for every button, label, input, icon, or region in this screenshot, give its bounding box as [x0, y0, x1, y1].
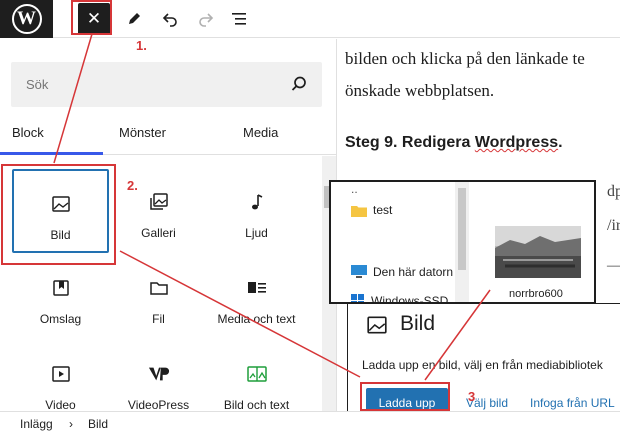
block-label: Ljud	[245, 226, 268, 240]
image-block-title: Bild	[400, 312, 436, 335]
block-item-video[interactable]: Video	[12, 341, 109, 411]
file-icon	[148, 277, 170, 299]
heading-text: Steg 9. Redigera	[345, 134, 475, 151]
undo-button[interactable]	[154, 3, 186, 35]
wordpress-icon: W	[11, 4, 42, 34]
list-view-icon	[232, 13, 246, 25]
media-text-icon	[246, 277, 268, 299]
block-item-bild-och-text[interactable]: Bild och text	[208, 341, 305, 411]
block-item-galleri[interactable]: Galleri	[110, 169, 207, 253]
block-item-omslag[interactable]: Omslag	[12, 255, 109, 339]
misspelled-word: Wordpress	[474, 134, 559, 151]
tab-media[interactable]: Media	[243, 125, 278, 140]
wordpress-logo-button[interactable]: W	[0, 0, 53, 38]
list-view-button[interactable]	[224, 3, 256, 35]
inserter-tabs: Block Mönster Media	[0, 121, 336, 155]
tools-button[interactable]	[118, 3, 150, 35]
breadcrumb-item-inlagg[interactable]: Inlägg	[20, 417, 53, 431]
block-search-field[interactable]: Sök	[11, 62, 322, 107]
text-fragment: /ir	[607, 217, 620, 234]
videopress-icon	[148, 363, 170, 385]
folder-item-this-pc[interactable]: Den här datorn	[351, 265, 453, 279]
file-thumbnail[interactable]	[495, 226, 581, 278]
search-icon	[291, 76, 306, 91]
parent-folder-item[interactable]: ..	[351, 182, 358, 196]
annotation-label-one: 1.	[136, 38, 147, 53]
block-item-videopress[interactable]: VideoPress	[110, 341, 207, 411]
image-icon	[367, 316, 387, 334]
monitor-icon	[351, 265, 367, 278]
block-label: Media och text	[217, 312, 296, 326]
heading-end: .	[558, 134, 563, 151]
heading-block[interactable]: Steg 9. Redigera Wordpress.	[345, 134, 563, 152]
block-label: Bild och text	[223, 398, 290, 411]
folder-icon	[351, 205, 367, 217]
block-item-ljud[interactable]: Ljud	[208, 169, 305, 253]
block-breadcrumb: Inlägg › Bild	[0, 411, 620, 433]
image-block-description: Ladda upp en bild, välj en från mediabib…	[362, 358, 603, 372]
tab-patterns[interactable]: Mönster	[119, 125, 166, 140]
drive-item-windows-ssd[interactable]: Windows-SSD	[351, 294, 449, 304]
block-item-fil[interactable]: Fil	[110, 255, 207, 339]
text-fragment: —	[607, 257, 620, 275]
gallery-icon	[148, 191, 170, 213]
cover-icon	[50, 277, 72, 299]
paragraph-line[interactable]: bilden och klicka på den länkade te	[345, 49, 585, 69]
video-icon	[50, 363, 72, 385]
chevron-right-icon: ›	[69, 417, 73, 431]
tab-block[interactable]: Block	[12, 125, 44, 140]
annotation-label-two: 2.	[127, 178, 138, 193]
block-label: Fil	[152, 312, 165, 326]
annotation-box-close	[71, 0, 112, 35]
active-tab-indicator	[0, 152, 103, 155]
block-label: Omslag	[39, 312, 82, 326]
explorer-navigation-pane: .. test Den här datorn Windows-SSD	[331, 182, 455, 302]
photo-thumbnail-image	[495, 226, 581, 278]
pen-icon	[129, 13, 140, 24]
file-name-label: norrbro600	[509, 288, 563, 300]
block-label: VideoPress	[127, 398, 190, 411]
file-explorer-window: .. test Den här datorn Windows-SSD norrb…	[329, 180, 596, 304]
block-label: Video	[45, 398, 76, 411]
annotation-box-bild-block	[1, 164, 116, 265]
redo-button[interactable]	[190, 3, 222, 35]
scrollbar-thumb[interactable]	[458, 188, 466, 270]
folder-label: test	[373, 203, 393, 217]
folder-label: Windows-SSD	[371, 294, 449, 304]
paragraph-line[interactable]: önskade webbplatsen.	[345, 81, 494, 101]
windows-icon	[351, 294, 364, 302]
search-placeholder: Sök	[26, 77, 49, 92]
audio-icon	[246, 191, 268, 213]
text-fragment: dp	[607, 183, 620, 200]
redo-icon	[199, 13, 214, 27]
insert-from-url-button[interactable]: Infoga från URL	[530, 396, 615, 410]
explorer-scrollbar[interactable]	[455, 182, 469, 302]
folder-item-test[interactable]: test	[351, 203, 392, 217]
folder-label: Den här datorn	[373, 265, 454, 279]
image-compare-icon	[246, 363, 268, 385]
block-item-media-och-text[interactable]: Media och text	[208, 255, 305, 339]
block-label: Galleri	[141, 226, 176, 240]
annotation-label-three: 3	[468, 389, 476, 404]
breadcrumb-item-bild[interactable]: Bild	[88, 417, 108, 431]
undo-icon	[162, 13, 177, 27]
annotation-box-upload	[360, 382, 450, 411]
